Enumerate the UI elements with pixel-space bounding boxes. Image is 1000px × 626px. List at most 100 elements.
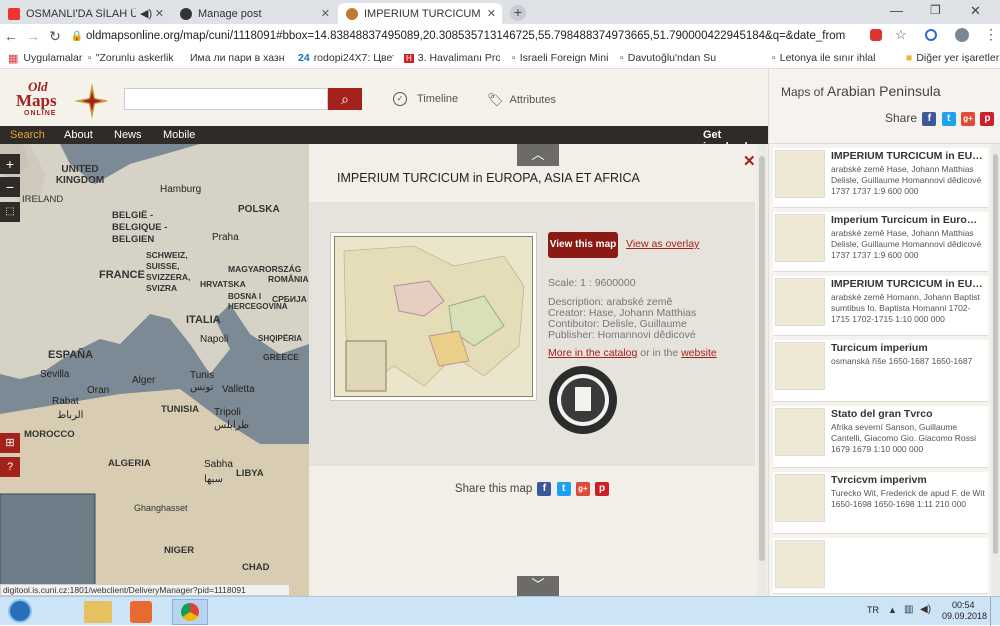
facebook-icon[interactable]: f [537,482,552,496]
result-item[interactable] [773,538,988,594]
result-item[interactable]: Turcicum imperium osmanská říše 1650-168… [773,340,988,402]
scroll-down-button[interactable]: ﹀ [517,576,559,596]
tray-chevron-icon[interactable]: ▲ [888,605,897,615]
result-item[interactable]: Stato del gran Tvrco Afrika severní Sans… [773,406,988,468]
map-title: IMPERIUM TURCICUM in EUROPA, ASIA ET AFR… [337,171,640,185]
select-area-button[interactable]: ⬚ [0,202,20,222]
show-desktop-button[interactable] [990,597,1000,626]
map-label: MAGYARORSZÁG [228,264,302,274]
tab-imperium-turcicum[interactable]: IMPERIUM TURCICUM in EUROPA ✕ [338,3,502,24]
result-thumbnail [775,214,825,262]
bookmark-star-icon[interactable]: ☆ [895,27,907,43]
bookmark-item[interactable]: ▫"Zorunlu askerlik bir [88,52,176,64]
chevron-down-icon: ﹀ [531,577,545,592]
twitter-icon[interactable]: t [556,482,571,496]
bookmark-item[interactable]: Има ли пари в хазна [190,52,285,64]
sitemap-button[interactable]: ⊞ [0,433,20,453]
scroll-up-button[interactable]: ︿ [517,144,559,166]
timeline-label: Timeline [417,93,459,105]
website-link[interactable]: website [681,347,717,359]
close-window-icon[interactable]: ✕ [970,3,981,19]
catalog-line: More in the catalog or in the website [548,347,717,359]
nav-about[interactable]: About [64,129,93,141]
map-label: Sabha [204,459,233,470]
twitter-icon[interactable]: t [941,111,956,126]
close-icon[interactable]: ✕ [743,152,756,170]
map-label: تونس [190,382,214,393]
forward-icon[interactable]: → [22,28,44,44]
bookmark-item[interactable]: ▫Davutoğlu'ndan Suriy [620,52,716,64]
bookmark-other[interactable]: ■ Diğer yer işaretleri [906,52,1000,64]
nav-news[interactable]: News [114,129,142,141]
minimize-window-icon[interactable]: — [890,3,903,18]
result-item[interactable]: Imperium Turcicum in Europa, ... arabské… [773,212,988,272]
map-label: طرابلس [214,420,250,431]
tab-youtube[interactable]: OSMANLI'DA SİLAH ÜRETİMİ ◀) ✕ [0,3,170,24]
bookmark-item[interactable]: ▫ Israeli Foreign Minist [512,52,608,64]
menu-dots-icon[interactable]: ⋮ [984,26,998,43]
profile-avatar[interactable] [955,28,969,42]
results-scrollbar[interactable] [991,144,1000,596]
map-thumbnail[interactable] [330,232,537,401]
facebook-icon[interactable]: f [922,111,937,126]
bookmark-item[interactable]: H3. Havalimanı Projes [404,52,500,64]
start-button[interactable] [8,599,32,623]
back-icon[interactable]: ← [0,28,22,44]
scrollbar-thumb[interactable] [993,154,998,554]
zoom-in-button[interactable]: + [0,154,20,174]
result-item[interactable]: IMPERIUM TURCICUM in EURO... arabské zem… [773,276,988,336]
map-detail-panel: ︿ ✕ IMPERIUM TURCICUM in EUROPA, ASIA ET… [309,144,768,596]
pinterest-icon[interactable]: p [980,111,995,126]
map-label: SHQIPËRIA [258,334,303,343]
help-button[interactable]: ? [0,457,20,477]
close-tab-icon[interactable]: ✕ [321,7,330,20]
map-label: GREECE [263,352,299,362]
view-map-button[interactable]: View this map [548,232,618,258]
result-item[interactable]: Tvrcicvm imperivm Turecko Wit, Frederick… [773,472,988,534]
result-desc: Afrika severní Sanson, Guillaume Cantell… [831,422,977,454]
page-icon: ▫ [88,52,92,64]
pinterest-icon[interactable]: p [595,482,610,496]
clock-date[interactable]: 09.09.2018 [942,611,987,621]
bookmark-item[interactable]: ▫ Letonya ile sınır ihlal [772,52,890,64]
nav-search[interactable]: Search [10,129,45,141]
address-bar[interactable]: oldmapsonline.org/map/cuni/1118091#bbox=… [86,30,846,42]
close-tab-icon[interactable]: ✕ [487,7,496,20]
zoom-out-button[interactable]: − [0,177,20,197]
map-label: POLSKA [238,204,280,215]
reload-icon[interactable]: ↻ [44,28,66,45]
google-plus-icon[interactable]: g+ [961,111,976,126]
mute-icon[interactable]: ◀) [140,7,152,20]
google-plus-icon[interactable]: g+ [575,482,590,496]
attributes-button[interactable]: 🏷 Attributes [487,92,556,108]
extension-circle-icon[interactable] [925,29,937,41]
status-bar: digitool.is.cuni.cz:1801/webclient/Deliv… [0,584,290,596]
new-tab-button[interactable]: + [510,5,526,21]
result-item[interactable]: IMPERIUM TURCICUM in EURO... arabské zem… [773,148,988,208]
file-explorer-icon[interactable] [84,601,112,623]
language-indicator[interactable]: TR [867,605,879,615]
maximize-window-icon[interactable]: ❐ [930,3,941,17]
close-tab-icon[interactable]: ✕ [155,7,164,20]
extension-icon[interactable] [870,29,882,41]
result-title: IMPERIUM TURCICUM in EURO... [831,150,983,162]
view-overlay-link[interactable]: View as overlay [626,238,699,250]
catalog-link[interactable]: More in the catalog [548,347,637,359]
nav-mobile[interactable]: Mobile [163,129,195,141]
bookmark-apps[interactable]: ▦ Uygulamalar [8,52,82,65]
media-player-icon[interactable] [130,601,152,623]
chrome-taskbar-button[interactable] [172,599,208,625]
tab-manage-post[interactable]: Manage post ✕ [172,3,336,24]
volume-icon[interactable]: ◀) [920,604,931,615]
site-logo[interactable]: Old Maps Online [12,77,110,121]
map-view[interactable]: UNITED KINGDOM IRELAND Hamburg POLSKA BE… [0,144,309,596]
timeline-button[interactable]: ✓ Timeline [393,92,458,106]
clock-time[interactable]: 00:54 [952,600,975,610]
detail-scrollbar[interactable] [757,144,767,596]
search-button[interactable]: ⌕ [328,88,362,110]
bookmark-item[interactable]: 24rodopi24X7: Цветана [298,52,394,64]
search-input[interactable] [124,88,328,110]
scrollbar-thumb[interactable] [759,156,765,561]
network-icon[interactable]: ▥ [904,604,913,615]
bookmark-label: 3. Havalimanı Projes [417,52,500,64]
